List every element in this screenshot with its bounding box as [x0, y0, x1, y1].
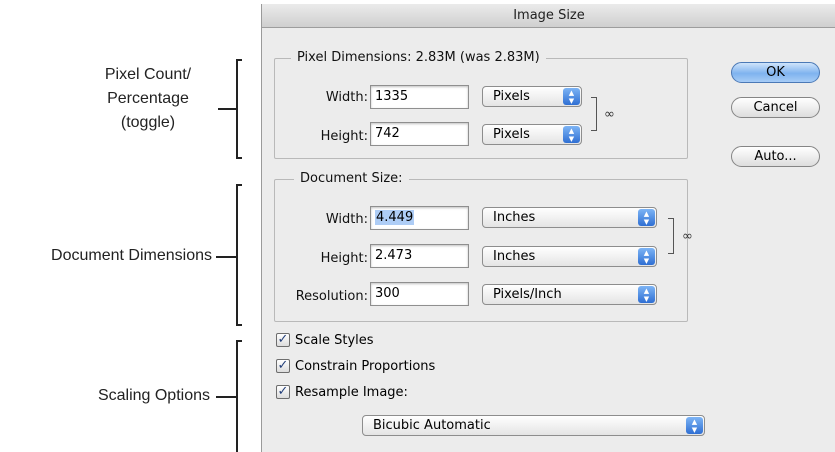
stepper-arrows-icon: ▲ ▼	[638, 286, 655, 303]
doc-width-label: Width:	[325, 212, 368, 227]
pixel-width-unit-select[interactable]: Pixels ▲ ▼	[482, 86, 582, 107]
resolution-unit-value: Pixels/Inch	[493, 287, 562, 302]
stepper-arrows-icon: ▲ ▼	[638, 209, 655, 226]
resolution-input[interactable]: 300	[370, 282, 469, 306]
doc-height-unit-select[interactable]: Inches ▲ ▼	[482, 246, 657, 267]
pixel-width-label: Width:	[325, 90, 368, 105]
annotation-document-dimensions: Document Dimensions	[51, 247, 212, 264]
scale-styles-label[interactable]: Scale Styles	[295, 333, 374, 349]
doc-width-input[interactable]: 4.449	[370, 206, 469, 230]
annotation-scaling-tick	[216, 396, 236, 398]
doc-height-unit-value: Inches	[493, 249, 536, 264]
doc-width-unit-select[interactable]: Inches ▲ ▼	[482, 207, 657, 228]
pixel-height-label: Height:	[320, 129, 368, 144]
pixel-dimensions-legend: Pixel Dimensions: 2.83M (was 2.83M)	[291, 50, 546, 66]
checkmark-icon: ✓	[277, 358, 289, 373]
dialog-title: Image Size	[262, 4, 835, 28]
pixel-height-input[interactable]: 742	[370, 122, 469, 146]
stepper-arrows-icon: ▲ ▼	[563, 88, 580, 105]
doc-width-value: 4.449	[375, 210, 415, 225]
doc-height-input[interactable]: 2.473	[370, 244, 469, 268]
resample-method-value: Bicubic Automatic	[373, 418, 491, 433]
doc-height-label: Height:	[320, 251, 368, 266]
stepper-arrows-icon: ▲ ▼	[563, 126, 580, 143]
pixel-height-unit-value: Pixels	[493, 127, 530, 142]
pixel-height-unit-select[interactable]: Pixels ▲ ▼	[482, 124, 582, 145]
annotation-document-tick	[216, 256, 236, 258]
checkmark-icon: ✓	[277, 384, 289, 399]
resolution-label: Resolution:	[295, 289, 368, 304]
scale-styles-checkbox[interactable]: ✓	[276, 333, 290, 347]
resample-image-checkbox[interactable]: ✓	[276, 385, 290, 399]
constrain-proportions-checkbox[interactable]: ✓	[276, 359, 290, 373]
stepper-arrows-icon: ▲ ▼	[686, 417, 703, 434]
doc-link-bracket	[668, 218, 674, 254]
annotation-scaling-options: Scaling Options	[97, 387, 210, 404]
stepper-arrows-icon: ▲ ▼	[638, 248, 655, 265]
annotation-pixel-tick	[218, 108, 236, 110]
annotation-pixel-bracket	[236, 59, 242, 159]
document-size-legend: Document Size:	[294, 171, 409, 187]
annotation-pixel-count: Pixel Count/ Percentage (toggle)	[68, 63, 228, 135]
checkmark-icon: ✓	[277, 332, 289, 347]
resample-method-select[interactable]: Bicubic Automatic ▲ ▼	[362, 415, 705, 436]
doc-width-unit-value: Inches	[493, 210, 536, 225]
resample-image-label[interactable]: Resample Image:	[295, 385, 408, 401]
pixel-width-input[interactable]: 1335	[370, 85, 469, 109]
resolution-unit-select[interactable]: Pixels/Inch ▲ ▼	[482, 284, 657, 305]
chain-link-icon: ∞	[682, 229, 693, 244]
cancel-button[interactable]: Cancel	[731, 97, 820, 118]
pixel-width-unit-value: Pixels	[493, 89, 530, 104]
annotation-pixel-count-line1: Pixel Count/	[104, 66, 192, 83]
annotation-scaling-bracket	[236, 340, 242, 452]
constrain-proportions-label[interactable]: Constrain Proportions	[295, 359, 435, 375]
ok-button[interactable]: OK	[731, 62, 820, 83]
annotation-pixel-count-line3: (toggle)	[120, 114, 176, 131]
pixel-link-bracket	[591, 97, 597, 131]
auto-button[interactable]: Auto...	[731, 146, 820, 167]
chain-link-icon: ∞	[604, 107, 615, 122]
annotation-pixel-count-line2: Percentage	[107, 90, 189, 107]
annotation-document-bracket	[236, 184, 242, 326]
image-size-dialog: Image Size Pixel Dimensions: 2.83M (was …	[261, 4, 835, 452]
